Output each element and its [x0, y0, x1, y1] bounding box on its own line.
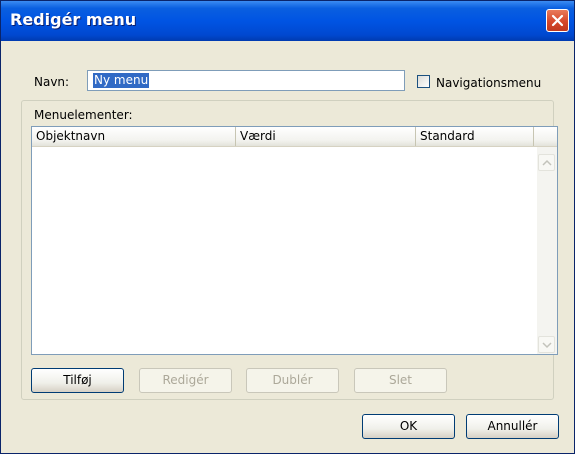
name-input-value: Ny menu: [93, 73, 150, 88]
column-header-objektnavn[interactable]: Objektnavn: [32, 127, 236, 146]
navigation-checkbox-label[interactable]: Navigationsmenu: [436, 76, 541, 90]
close-icon: [551, 14, 564, 27]
duplicate-button[interactable]: Dublér: [246, 368, 339, 393]
add-button[interactable]: Tilføj: [31, 368, 124, 393]
title-bar[interactable]: Redigér menu: [1, 1, 574, 41]
column-header-standard[interactable]: Standard: [416, 127, 534, 146]
close-button[interactable]: [546, 9, 569, 32]
delete-button[interactable]: Slet: [354, 368, 447, 393]
ok-button[interactable]: OK: [362, 414, 455, 439]
name-input[interactable]: Ny menu: [87, 70, 405, 91]
scroll-down-button[interactable]: [538, 336, 555, 353]
cancel-button[interactable]: Annullér: [466, 414, 559, 439]
column-header-vaerdi[interactable]: Værdi: [236, 127, 416, 146]
scroll-up-button[interactable]: [538, 154, 555, 171]
edit-button[interactable]: Redigér: [139, 368, 232, 393]
name-label: Navn:: [34, 75, 70, 89]
navigation-checkbox[interactable]: [417, 75, 430, 88]
chevron-up-icon: [542, 159, 552, 166]
vertical-scrollbar[interactable]: [537, 147, 557, 354]
chevron-down-icon: [542, 342, 552, 349]
menu-items-label: Menuelementer:: [34, 108, 133, 122]
menu-items-list[interactable]: Objektnavn Værdi Standard: [31, 126, 558, 355]
window-title: Redigér menu: [10, 10, 137, 29]
list-header: Objektnavn Værdi Standard: [32, 127, 557, 147]
dialog-window: Redigér menu Navn: Ny menu Navigationsme…: [0, 0, 575, 454]
